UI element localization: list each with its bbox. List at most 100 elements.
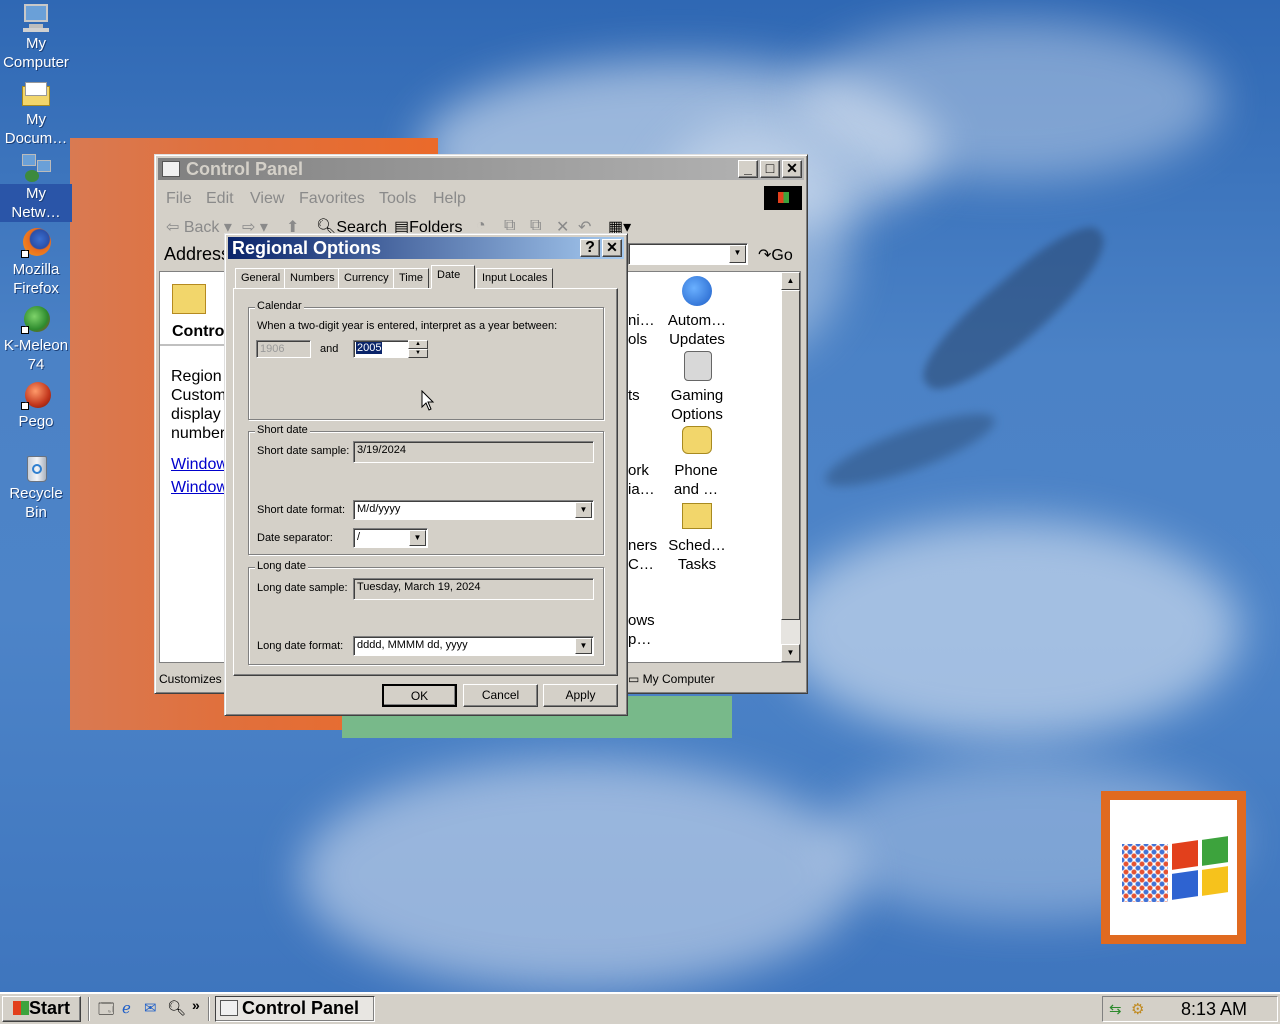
mouse-cursor-icon (421, 390, 435, 411)
ok-button[interactable]: OK (382, 684, 457, 707)
system-tray: ⇆ ⚙ 8:13 AM (1102, 996, 1278, 1022)
apply-button[interactable]: Apply (543, 684, 618, 707)
desktop-icon-mozilla-firefox[interactable]: ↗ Mozilla Firefox (0, 228, 72, 298)
group-title: Short date (255, 424, 310, 436)
scheduled-tasks-icon (682, 503, 712, 529)
folder-icon (19, 78, 53, 110)
cp-icon-scheduled-tasks[interactable]: Sched… Tasks (657, 536, 737, 574)
menu-tools[interactable]: Tools (379, 190, 416, 208)
maximize-button[interactable]: □ (760, 160, 780, 178)
scroll-thumb[interactable] (781, 290, 800, 620)
desktop-icon-my-documents[interactable]: My Docum… (0, 78, 72, 148)
internet-explorer-icon[interactable]: ℯ (122, 999, 131, 1017)
left-panel-title: Region (171, 368, 222, 385)
scroll-down-button[interactable]: ▼ (781, 644, 800, 662)
desktop-icon-recycle-bin[interactable]: Recycle Bin (0, 452, 72, 522)
chevron-down-icon[interactable]: ▼ (575, 638, 592, 654)
menu-file[interactable]: File (166, 190, 192, 208)
help-button[interactable]: ? (580, 239, 600, 257)
network-icon (19, 152, 53, 184)
tab-input-locales[interactable]: Input Locales (476, 268, 554, 288)
menu-favorites[interactable]: Favorites (299, 190, 365, 208)
close-button[interactable]: ✕ (782, 160, 802, 178)
long-date-format-combo[interactable]: dddd, MMMM dd, yyyy ▼ (353, 636, 594, 656)
scheduler-tray-icon[interactable]: ⚙ (1131, 1000, 1144, 1018)
left-panel-desc: Custom (171, 387, 227, 404)
cp-icon-gaming-options[interactable]: Gaming Options (657, 386, 737, 424)
address-input[interactable]: ▼ (628, 243, 748, 265)
quicklaunch-chevron[interactable]: » (192, 997, 200, 1013)
address-label: Address (164, 244, 231, 264)
chevron-down-icon[interactable]: ▼ (729, 245, 746, 263)
cp-icon-label[interactable]: ni… ols (628, 311, 660, 349)
desktop-icon-label: 74 (27, 356, 45, 373)
date-separator-combo[interactable]: / ▼ (353, 528, 428, 548)
group-title: Long date (255, 560, 308, 572)
recycle-bin-icon (19, 452, 53, 484)
dialog-titlebar[interactable]: Regional Options ? ✕ (228, 237, 624, 259)
tab-general[interactable]: General (235, 268, 287, 288)
windows-logo (1101, 791, 1246, 944)
left-panel-link[interactable]: Window (171, 456, 228, 474)
back-button[interactable]: ⇦ Back ▾ (166, 217, 232, 237)
windows-flag-icon (12, 1001, 29, 1015)
control-panel-icon (162, 161, 180, 177)
scroll-up-button[interactable]: ▲ (781, 272, 800, 290)
cp-icon-automatic-updates[interactable]: Autom… Updates (657, 311, 737, 349)
cp-icon-label[interactable]: ners C… (628, 536, 660, 574)
desktop-icon-pego[interactable]: ↗ Pego (0, 380, 72, 431)
taskbar-control-panel-button[interactable]: Control Panel (215, 996, 375, 1022)
desktop-icon-my-network[interactable]: My Netw… (0, 152, 72, 222)
desktop-icon-label: My (26, 35, 46, 52)
close-button[interactable]: ✕ (602, 239, 622, 257)
tab-time[interactable]: Time (393, 268, 430, 288)
taskbar: Start 🗔︎ ℯ ✉︎ 🔍︎ » Control Panel ⇆ ⚙ 8:1… (0, 992, 1280, 1024)
cp-icon-label[interactable]: ts (628, 386, 660, 405)
to-year-field[interactable]: 2005 (353, 340, 409, 358)
cp-icon-label[interactable]: ows p… (628, 611, 660, 649)
year-spinner[interactable]: ▲ ▼ (408, 340, 428, 358)
long-date-format-value: dddd, MMMM dd, yyyy (357, 639, 468, 651)
and-label: and (320, 343, 339, 355)
go-button[interactable]: ↷Go (758, 245, 793, 265)
control-panel-icon (220, 1000, 238, 1016)
long-date-format-label: Long date format: (257, 640, 344, 652)
tab-numbers[interactable]: Numbers (284, 268, 341, 288)
control-panel-titlebar[interactable]: Control Panel _ □ ✕ (158, 158, 804, 180)
search-icon[interactable]: 🔍︎ (167, 999, 186, 1017)
left-panel-link[interactable]: Window (171, 479, 228, 497)
desktop-icon-label: My (0, 184, 72, 203)
desktop-icon-k-meleon[interactable]: ↗ K-Meleon 74 (0, 304, 72, 374)
network-tray-icon[interactable]: ⇆ (1109, 1000, 1122, 1018)
desktop-icon-my-computer[interactable]: My Computer (0, 2, 72, 72)
menu-edit[interactable]: Edit (206, 190, 234, 208)
cp-icon-phone-and-modem[interactable]: Phone and … (656, 461, 736, 499)
short-date-format-label: Short date format: (257, 504, 346, 516)
tab-date[interactable]: Date (431, 265, 475, 289)
date-separator-label: Date separator: (257, 532, 333, 544)
left-panel-desc: number (171, 425, 226, 442)
dialog-title: Regional Options (232, 237, 382, 258)
cancel-button[interactable]: Cancel (463, 684, 538, 707)
short-date-format-combo[interactable]: M/d/yyyy ▼ (353, 500, 594, 520)
status-zone: ▭ My Computer (628, 672, 715, 686)
show-desktop-icon[interactable]: 🗔︎ (98, 999, 114, 1024)
spin-up-icon[interactable]: ▲ (408, 340, 428, 349)
window-title: Control Panel (186, 158, 304, 179)
menu-view[interactable]: View (250, 190, 284, 208)
tab-currency[interactable]: Currency (338, 268, 395, 288)
clock[interactable]: 8:13 AM (1181, 999, 1247, 1020)
chevron-down-icon[interactable]: ▼ (409, 530, 426, 546)
start-button[interactable]: Start (2, 996, 81, 1022)
outlook-express-icon[interactable]: ✉︎ (144, 999, 157, 1017)
left-panel-desc: display (171, 406, 221, 423)
chevron-down-icon[interactable]: ▼ (575, 502, 592, 518)
vertical-scrollbar[interactable]: ▲ ▼ (781, 272, 800, 662)
menu-help[interactable]: Help (433, 190, 466, 208)
short-date-format-value: M/d/yyyy (357, 503, 401, 515)
desktop-icon-label: Docum… (4, 130, 68, 147)
desktop-icon-label: Netw… (0, 203, 72, 222)
desktop-icon-label: Computer (3, 54, 69, 71)
minimize-button[interactable]: _ (738, 160, 758, 178)
spin-down-icon[interactable]: ▼ (408, 349, 428, 358)
